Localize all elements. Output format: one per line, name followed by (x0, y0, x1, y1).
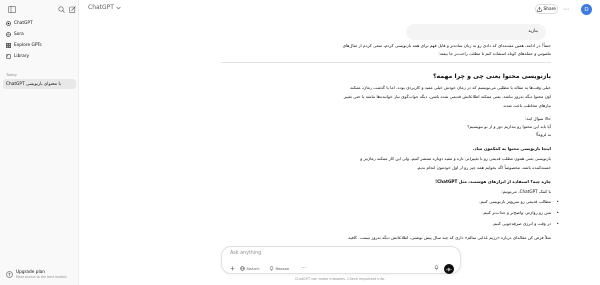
assistant-paragraph-line: با کمک ChatGPT، می‌تونیم: (501, 189, 551, 194)
list-item: • متن رو روان‌تر، واضح‌تر و جذاب‌تر کنیم… (221, 210, 559, 215)
assistant-paragraph-line: حالا سوال اینه: (524, 116, 551, 121)
assistant-paragraph-line: خسته‌کننده باشه، مخصوصاً اگه بخوایم همه … (416, 165, 551, 170)
assistant-paragraph-line: خیلی وقت‌ها یه مقاله یا مطلبی می‌نویسیم … (350, 85, 551, 90)
upgrade-subtitle: More access to the best models (16, 274, 67, 279)
top-header: ChatGPT Share ⋯ D (80, 0, 600, 18)
plus-icon (230, 266, 234, 270)
chevron-down-icon (116, 6, 121, 9)
sidebar-item-library[interactable]: Library (3, 51, 76, 61)
assistant-paragraph-line: مثلاً فرض کن مقاله‌ای درباره «رژیم غذایی… (348, 235, 551, 240)
assistant-paragraph-line: آیا باید این محتوا رو بندازیم دور و از ن… (467, 124, 551, 129)
assistant-paragraph-line: ملموس و جمله‌های کوتاه استفاده کنم تا مط… (438, 51, 551, 56)
lightbulb-icon (269, 265, 274, 271)
sidebar-item-explore-gpts[interactable]: Explore GPTs (3, 40, 76, 50)
avatar[interactable]: D (581, 4, 592, 15)
sidebar-section-today: Today (6, 72, 17, 77)
model-label: ChatGPT (88, 4, 114, 11)
share-button[interactable]: Share (535, 4, 558, 14)
sidebar-item-label: Explore GPTs (14, 42, 42, 48)
list-item-text: متن رو روان‌تر، واضح‌تر و جذاب‌تر کنیم. (482, 210, 551, 215)
share-icon (537, 6, 542, 12)
chatgpt-logo-icon (6, 20, 11, 26)
voice-input-button[interactable] (432, 264, 440, 272)
new-chat-icon (68, 5, 76, 13)
upgrade-plan-button[interactable]: Upgrade plan More access to the best mod… (3, 267, 76, 281)
more-options-button[interactable]: ⋯ (561, 4, 571, 14)
new-chat-button[interactable] (67, 4, 77, 14)
library-icon (6, 53, 11, 59)
bullet-dot: • (556, 199, 559, 204)
sidebar-item-label: ChatGPT (14, 20, 33, 26)
sidebar-toggle-icon (8, 5, 16, 13)
sidebar: ChatGPT Sora Explore GPTs Library Today … (0, 0, 79, 285)
assistant-paragraph-line: حتماً! در ادامه، همین مقدمه‌ای که دادی ر… (342, 43, 551, 48)
list-item: • مطالب قدیمی رو سریع‌تر بازنویسی کنیم. (221, 199, 559, 204)
assistant-paragraph-line: بازنویسی یعنی همون مطلب قدیمی رو با تغیی… (360, 156, 551, 161)
sidebar-item-chatgpt[interactable]: ChatGPT (3, 18, 76, 28)
sidebar-chat-item-active[interactable]: ChatGPT با محتوای بازنویسی (3, 79, 76, 89)
assistant-paragraph-line: نیازهای مخاطب باعث شده. (502, 103, 551, 108)
microphone-icon (434, 265, 438, 271)
list-item-text: مطالب قدیمی رو سریع‌تر بازنویسی کنیم. (479, 199, 551, 204)
sidebar-item-label: Library (14, 53, 30, 59)
grid-icon (6, 42, 11, 48)
bullet-dot: • (556, 210, 559, 215)
sidebar-item-sora[interactable]: Sora (3, 29, 76, 39)
upgrade-icon (6, 270, 13, 278)
reason-toggle-button[interactable]: Reason (269, 264, 289, 272)
model-selector[interactable]: ChatGPT (88, 4, 121, 11)
globe-icon (240, 265, 245, 271)
message-composer: Ask anything Search Reason ⋯ (221, 246, 461, 274)
toggle-sidebar-button[interactable] (7, 4, 17, 14)
section-heading: بازنویسی محتوا یعنی چی و چرا مهمه؟ (432, 73, 551, 80)
assistant-paragraph-line: اون محتوا دیگه به‌روز نباشه. یعنی ممکنه … (343, 94, 551, 99)
user-message-bubble: بنازید (406, 24, 546, 40)
voice-waveform-icon (446, 267, 452, 271)
more-tools-button[interactable]: ⋯ (300, 264, 308, 272)
search-toggle-button[interactable]: Search (240, 264, 260, 272)
conversation-area: بنازید حتماً! در ادامه، همین مقدمه‌ای که… (80, 18, 600, 248)
search-toggle-label: Search (246, 265, 260, 271)
bullet-dot: • (556, 221, 559, 226)
list-item: • در وقت و انرژی صرفه‌جویی کنیم. (221, 221, 559, 226)
assistant-paragraph-line: نه لزوماً! (535, 132, 551, 137)
attach-button[interactable] (228, 264, 236, 272)
reason-toggle-label: Reason (275, 265, 290, 271)
search-chats-button[interactable] (56, 4, 66, 14)
sub-heading: اینجا بازنویسی محتوا به کمکمون میاد. (472, 146, 551, 151)
list-item-text: در وقت و انرژی صرفه‌جویی کنیم. (492, 221, 551, 226)
search-icon (57, 5, 65, 13)
voice-mode-button[interactable] (444, 264, 454, 274)
sora-icon (6, 31, 11, 37)
share-label: Share (543, 6, 556, 12)
sidebar-item-label: Sora (14, 31, 24, 37)
prompt-input[interactable]: Ask anything (230, 251, 261, 256)
more-dots-icon: ⋯ (301, 265, 307, 271)
more-dots-icon: ⋯ (563, 5, 569, 13)
sidebar-toolbar (0, 0, 79, 18)
section-divider (221, 62, 551, 63)
footer-disclaimer: ChatGPT can make mistakes. Check importa… (294, 277, 386, 281)
sub-heading: چاره چیه؟ استفاده از ابزارهای هوشمند، مث… (435, 179, 551, 184)
